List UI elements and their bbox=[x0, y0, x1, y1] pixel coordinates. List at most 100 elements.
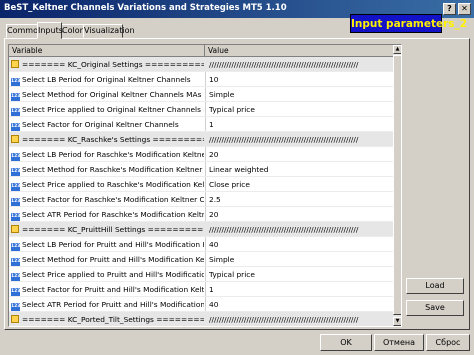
variable-value[interactable]: Linear weighted bbox=[209, 162, 391, 177]
variable-name: Select Factor for Original Keltner Chann… bbox=[22, 120, 179, 129]
variable-value[interactable]: Simple bbox=[209, 252, 391, 267]
table-row[interactable]: 123 Select Price applied to Original Kelt… bbox=[9, 102, 393, 117]
table-row[interactable]: 123 Select ATR Period for Pruitt and Hill… bbox=[9, 297, 393, 312]
numeric-param-icon: 123 bbox=[11, 303, 20, 311]
scroll-up-icon[interactable]: ▲ bbox=[393, 45, 401, 54]
variable-value[interactable]: 40 bbox=[209, 297, 391, 312]
numeric-param-icon: 123 bbox=[11, 78, 20, 86]
variable-value[interactable]: 1 bbox=[209, 117, 391, 132]
table-row[interactable]: 123 Select Method for Raschke's Modificat… bbox=[9, 162, 393, 177]
scroll-thumb[interactable] bbox=[393, 55, 401, 315]
variable-value[interactable]: 10 bbox=[209, 72, 391, 87]
table-row[interactable]: ======= KC_Raschke's Settings ==========… bbox=[9, 132, 393, 147]
help-button[interactable]: ? bbox=[443, 3, 456, 15]
numeric-param-icon: 123 bbox=[11, 273, 20, 281]
tab-inputs[interactable]: Inputs bbox=[37, 22, 63, 39]
numeric-param-icon: 123 bbox=[11, 282, 20, 297]
reset-button[interactable]: Сброс bbox=[426, 334, 470, 351]
table-row[interactable]: ======= KC_PruittHill Settings =========… bbox=[9, 222, 393, 237]
variable-name: ======= KC_Original Settings ===========… bbox=[22, 60, 204, 69]
numeric-param-icon: 123 bbox=[11, 192, 20, 207]
variable-name: ======= KC_PruittHill Settings =========… bbox=[22, 225, 204, 234]
table-row[interactable]: 123 Select Factor for Original Keltner Ch… bbox=[9, 117, 393, 132]
variable-name: Select Method for Pruitt and Hill's Modi… bbox=[22, 255, 204, 264]
ok-button[interactable]: OK bbox=[320, 334, 372, 351]
variable-value[interactable]: 20 bbox=[209, 147, 391, 162]
variable-value[interactable]: Typical price bbox=[209, 267, 391, 282]
variable-name: Select Price applied to Original Keltner… bbox=[22, 105, 204, 114]
tab-visualization[interactable]: Visualization bbox=[83, 24, 135, 38]
variable-name: Select LB Period for Original Keltner Ch… bbox=[22, 75, 191, 84]
text-param-icon bbox=[11, 135, 19, 143]
text-param-icon bbox=[11, 132, 20, 147]
numeric-param-icon: 123 bbox=[11, 258, 20, 266]
variable-value[interactable]: Typical price bbox=[209, 102, 391, 117]
load-button[interactable]: Load bbox=[406, 278, 464, 294]
table-row[interactable]: 123 Select ATR Period for Raschke's Modif… bbox=[9, 207, 393, 222]
variable-value[interactable]: Close price bbox=[209, 177, 391, 192]
text-param-icon bbox=[11, 315, 19, 323]
table-row[interactable]: 123 Select LB Period for Original Keltner… bbox=[9, 72, 393, 87]
variable-name: Select Factor for Raschke's Modification… bbox=[22, 195, 204, 204]
numeric-param-icon: 123 bbox=[11, 72, 20, 87]
scroll-down-icon[interactable]: ▼ bbox=[393, 317, 401, 326]
text-param-icon bbox=[11, 222, 20, 237]
numeric-param-icon: 123 bbox=[11, 87, 20, 102]
variable-name: Select Method for Raschke's Modification… bbox=[22, 165, 204, 174]
cancel-button[interactable]: Отмена bbox=[374, 334, 424, 351]
variable-name: ======= KC_Ported_Tilt_Settings ========… bbox=[22, 315, 204, 324]
table-row[interactable]: ======= KC_Original Settings ===========… bbox=[9, 57, 393, 72]
table-row[interactable]: 123 Select Price applied to Pruitt and Hi… bbox=[9, 267, 393, 282]
variable-value[interactable]: ////////////////////////////////////////… bbox=[209, 312, 391, 326]
variable-value[interactable]: ////////////////////////////////////////… bbox=[209, 57, 391, 72]
variable-name: Select ATR Period for Pruitt and Hill's … bbox=[22, 300, 204, 309]
variable-value[interactable]: 20 bbox=[209, 207, 391, 222]
table-row[interactable]: 123 Select Price applied to Raschke's Mod… bbox=[9, 177, 393, 192]
table-row[interactable]: 123 Select Factor for Raschke's Modificat… bbox=[9, 192, 393, 207]
close-button[interactable]: ✕ bbox=[458, 3, 471, 15]
table-row[interactable]: 123 Select Factor for Pruitt and Hill's M… bbox=[9, 282, 393, 297]
variable-name: Select LB Period for Pruitt and Hill's M… bbox=[22, 240, 204, 249]
numeric-param-icon: 123 bbox=[11, 243, 20, 251]
tab-colors[interactable]: Colors bbox=[61, 24, 87, 38]
numeric-param-icon: 123 bbox=[11, 102, 20, 117]
table-row[interactable]: ======= KC_Ported_Tilt_Settings ========… bbox=[9, 312, 393, 326]
vertical-scrollbar[interactable]: ▲ ▼ bbox=[393, 45, 401, 326]
variable-name: ======= KC_Raschke's Settings ==========… bbox=[22, 135, 204, 144]
numeric-param-icon: 123 bbox=[11, 267, 20, 282]
variable-name: Select Factor for Pruitt and Hill's Modi… bbox=[22, 285, 204, 294]
variable-value[interactable]: Simple bbox=[209, 87, 391, 102]
numeric-param-icon: 123 bbox=[11, 123, 20, 131]
variable-value[interactable]: 40 bbox=[209, 237, 391, 252]
variable-value[interactable]: ////////////////////////////////////////… bbox=[209, 222, 391, 237]
text-param-icon bbox=[11, 312, 20, 326]
numeric-param-icon: 123 bbox=[11, 183, 20, 191]
variable-name: Select Price applied to Pruitt and Hill'… bbox=[22, 270, 204, 279]
variable-value[interactable]: ////////////////////////////////////////… bbox=[209, 132, 391, 147]
numeric-param-icon: 123 bbox=[11, 288, 20, 296]
numeric-param-icon: 123 bbox=[11, 162, 20, 177]
column-header-variable[interactable]: Variable bbox=[9, 45, 205, 57]
tab-common[interactable]: Common bbox=[6, 24, 43, 38]
variable-name: Select LB Period for Raschke's Modificat… bbox=[22, 150, 204, 159]
numeric-param-icon: 123 bbox=[11, 207, 20, 222]
numeric-param-icon: 123 bbox=[11, 297, 20, 312]
save-button[interactable]: Save bbox=[406, 300, 464, 316]
table-row[interactable]: 123 Select LB Period for Raschke's Modifi… bbox=[9, 147, 393, 162]
numeric-param-icon: 123 bbox=[11, 252, 20, 267]
column-header-value[interactable]: Value bbox=[205, 45, 393, 57]
numeric-param-icon: 123 bbox=[11, 237, 20, 252]
variable-name: Select Method for Original Keltner Chann… bbox=[22, 90, 202, 99]
variable-name: Select Price applied to Raschke's Modifi… bbox=[22, 180, 204, 189]
numeric-param-icon: 123 bbox=[11, 198, 20, 206]
variable-value[interactable]: 1 bbox=[209, 282, 391, 297]
table-row[interactable]: 123 Select LB Period for Pruitt and Hill'… bbox=[9, 237, 393, 252]
numeric-param-icon: 123 bbox=[11, 168, 20, 176]
numeric-param-icon: 123 bbox=[11, 153, 20, 161]
text-param-icon bbox=[11, 57, 20, 72]
table-row[interactable]: 123 Select Method for Original Keltner Ch… bbox=[9, 87, 393, 102]
text-param-icon bbox=[11, 225, 19, 233]
variable-value[interactable]: 2.5 bbox=[209, 192, 391, 207]
table-row[interactable]: 123 Select Method for Pruitt and Hill's M… bbox=[9, 252, 393, 267]
annotation-label: Input parameters_2 bbox=[350, 14, 467, 33]
